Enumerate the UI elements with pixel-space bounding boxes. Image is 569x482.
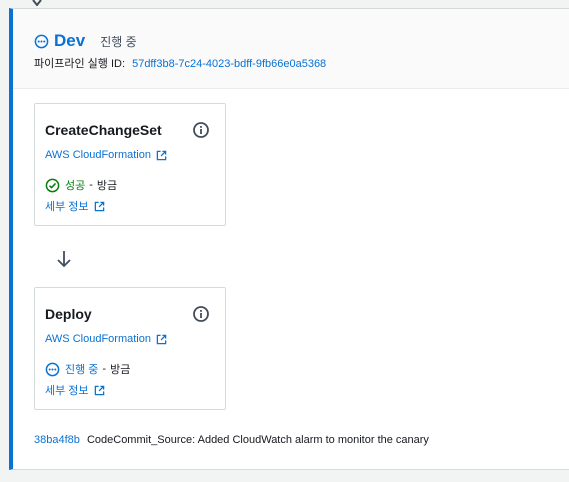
action-card-deploy: Deploy AWS CloudFormation 진행 중 - 방금 세부 정… (34, 287, 226, 410)
info-icon[interactable] (192, 305, 210, 323)
commit-hash-link[interactable]: 38ba4f8b (34, 434, 80, 446)
status-time: 방금 (96, 180, 118, 192)
source-revision: 38ba4f8b CodeCommit_Source: Added CloudW… (34, 434, 429, 446)
commit-message: CodeCommit_Source: Added CloudWatch alar… (86, 434, 429, 446)
separator: - (89, 179, 93, 191)
down-arrow-icon (57, 251, 71, 268)
stage-title: Dev (54, 31, 86, 50)
stage-title-row: Dev 진행 중 (34, 31, 137, 51)
action-status: 성공 - 방금 (45, 177, 117, 193)
details-label: 세부 정보 (45, 385, 89, 397)
stage-header: Dev 진행 중 파이프라인 실행 ID: 57dff3b8-7c24-4023… (13, 9, 569, 89)
execution-id-label: 파이프라인 실행 ID: (34, 58, 126, 70)
provider-link[interactable]: AWS CloudFormation (45, 149, 167, 161)
execution-id-row: 파이프라인 실행 ID: 57dff3b8-7c24-4023-bdff-9fb… (34, 55, 326, 71)
separator: - (102, 363, 107, 375)
action-card-createchangeset: CreateChangeSet AWS CloudFormation 성공 - … (34, 103, 226, 226)
external-link-icon (94, 201, 104, 211)
action-status: 진행 중 - 방금 (45, 361, 130, 377)
success-check-icon (45, 178, 60, 192)
action-title: Deploy (45, 306, 92, 322)
external-link-icon (156, 150, 167, 160)
status-text: 진행 중 (65, 364, 99, 376)
provider-label: AWS CloudFormation (45, 149, 151, 161)
stage-status: 진행 중 (100, 34, 137, 49)
status-text: 성공 (65, 180, 86, 192)
info-icon[interactable] (192, 121, 210, 139)
in-progress-icon (45, 362, 60, 376)
details-link[interactable]: 세부 정보 (45, 198, 105, 214)
execution-id-link[interactable]: 57dff3b8-7c24-4023-bdff-9fb66e0a5368 (132, 58, 326, 70)
in-progress-icon (34, 34, 49, 48)
provider-link[interactable]: AWS CloudFormation (45, 333, 167, 345)
stage-panel-dev: Dev 진행 중 파이프라인 실행 ID: 57dff3b8-7c24-4023… (9, 8, 569, 470)
details-label: 세부 정보 (45, 201, 89, 213)
status-time: 방금 (110, 364, 131, 376)
details-link[interactable]: 세부 정보 (45, 382, 105, 398)
external-link-icon (156, 334, 167, 344)
action-title: CreateChangeSet (45, 122, 162, 138)
provider-label: AWS CloudFormation (45, 333, 151, 345)
external-link-icon (94, 385, 104, 395)
collapse-arrow-icon (32, 0, 42, 6)
